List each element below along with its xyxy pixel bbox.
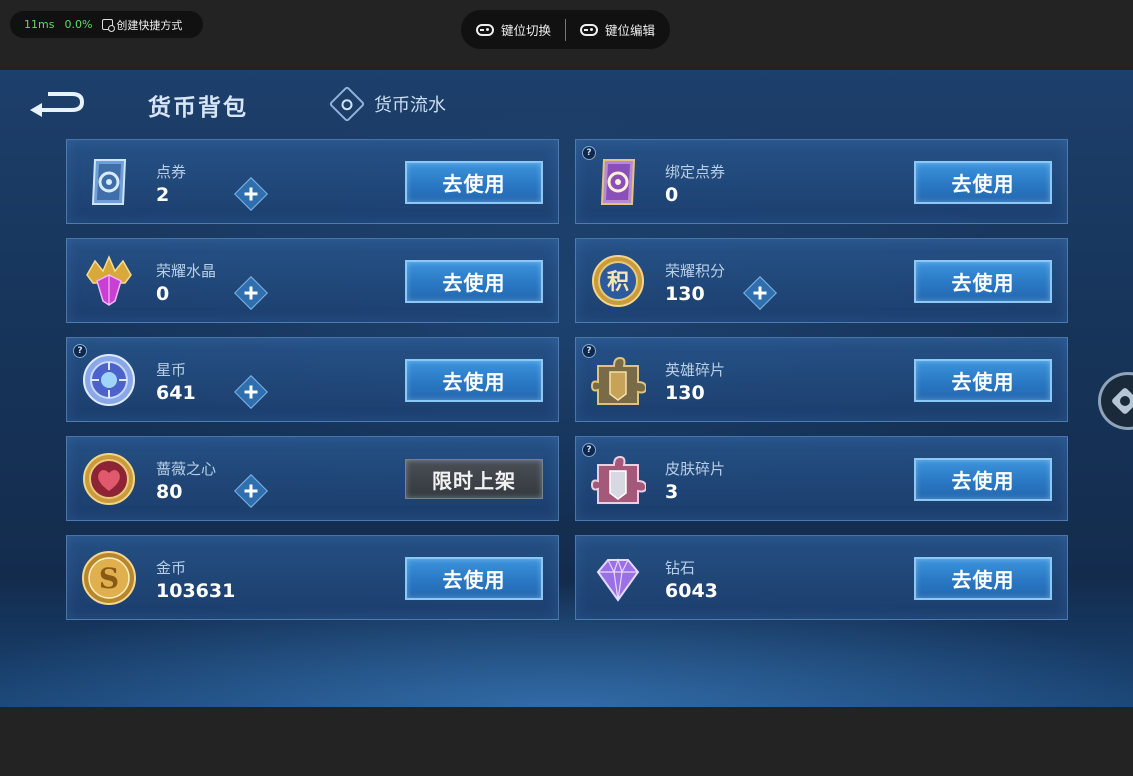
overlay-toolbar: 11ms 0.0% 创建快捷方式 键位切换 键位编辑 <box>0 0 1133 70</box>
add-icon[interactable] <box>234 375 268 409</box>
svg-text:积: 积 <box>607 270 629 295</box>
add-icon[interactable] <box>234 276 268 310</box>
currency-name: 绑定点券 <box>665 163 726 181</box>
currency-amount: 3 <box>665 481 679 503</box>
create-shortcut-label: 创建快捷方式 <box>116 18 183 32</box>
packet-loss-text: 0.0% <box>64 18 93 31</box>
svg-text:S: S <box>99 562 119 595</box>
currency-card: ? 英雄碎片 130 去使用 <box>575 337 1068 422</box>
currency-card: ? 星币 641 去使用 <box>66 337 559 422</box>
currency-amount: 80 <box>156 481 183 503</box>
currency-card: ? 皮肤碎片 3 去使用 <box>575 436 1068 521</box>
use-button[interactable]: 去使用 <box>914 557 1052 600</box>
skin-fragment-icon <box>590 451 648 507</box>
currency-amount: 6043 <box>665 580 718 602</box>
currency-amount: 103631 <box>156 580 236 602</box>
hero-fragment-icon <box>590 352 648 408</box>
currency-name: 英雄碎片 <box>665 361 726 379</box>
currency-flow-tab[interactable]: 货币流水 <box>328 85 446 123</box>
back-arrow-icon[interactable] <box>28 90 86 118</box>
add-icon[interactable] <box>234 474 268 508</box>
currency-name: 星币 <box>156 361 187 379</box>
flow-icon <box>328 85 366 123</box>
gold-coin-icon: S <box>81 550 137 606</box>
currency-amount: 641 <box>156 382 196 404</box>
glory-points-icon: 积 <box>590 253 646 309</box>
currency-card: S 金币 103631 去使用 <box>66 535 559 620</box>
key-switch-label: 键位切换 <box>500 23 551 38</box>
currency-card: ? 绑定点券 0 去使用 <box>575 139 1068 224</box>
currency-name: 点券 <box>156 163 187 181</box>
currency-flow-label: 货币流水 <box>374 95 446 116</box>
bound-ticket-icon <box>590 154 646 210</box>
currency-card: 点券 2 去使用 <box>66 139 559 224</box>
key-edit-button[interactable]: 键位编辑 <box>566 20 669 39</box>
use-button[interactable]: 去使用 <box>914 359 1052 402</box>
currency-card: 蔷薇之心 80 限时上架 <box>66 436 559 521</box>
currency-name: 蔷薇之心 <box>156 460 217 478</box>
use-button[interactable]: 去使用 <box>914 260 1052 303</box>
ticket-icon <box>81 154 137 210</box>
currency-card: 钻石 6043 去使用 <box>575 535 1068 620</box>
key-edit-label: 键位编辑 <box>605 23 656 38</box>
currency-amount: 0 <box>156 283 170 305</box>
currency-name: 金币 <box>156 559 187 577</box>
limited-time-button[interactable]: 限时上架 <box>405 459 543 499</box>
use-button[interactable]: 去使用 <box>914 161 1052 204</box>
letterbox-bottom <box>0 707 1133 776</box>
use-button[interactable]: 去使用 <box>405 161 543 204</box>
use-button[interactable]: 去使用 <box>405 260 543 303</box>
currency-amount: 0 <box>665 184 679 206</box>
latency-text: 11ms <box>24 18 55 31</box>
use-button[interactable]: 去使用 <box>405 359 543 402</box>
rose-heart-icon <box>81 451 137 507</box>
use-button[interactable]: 去使用 <box>914 458 1052 501</box>
network-stats-pill: 11ms 0.0% 创建快捷方式 <box>10 11 203 38</box>
currency-name: 荣耀水晶 <box>156 262 217 280</box>
key-switch-button[interactable]: 键位切换 <box>462 20 565 39</box>
add-icon[interactable] <box>743 276 777 310</box>
gamepad-icon <box>475 23 494 36</box>
glory-crystal-icon <box>81 253 137 309</box>
page-title: 货币背包 <box>148 95 248 121</box>
currency-name: 荣耀积分 <box>665 262 726 280</box>
currency-card: 积 荣耀积分 130 去使用 <box>575 238 1068 323</box>
star-coin-icon <box>81 352 137 408</box>
currency-amount: 2 <box>156 184 170 206</box>
currency-card: 荣耀水晶 0 去使用 <box>66 238 559 323</box>
diamond-icon <box>590 550 646 606</box>
currency-name: 皮肤碎片 <box>665 460 726 478</box>
shortcut-icon <box>102 19 116 32</box>
currency-name: 钻石 <box>665 559 696 577</box>
add-icon[interactable] <box>234 177 268 211</box>
create-shortcut-button[interactable]: 创建快捷方式 <box>102 17 182 33</box>
keymap-controls: 键位切换 键位编辑 <box>461 10 670 49</box>
currency-amount: 130 <box>665 283 705 305</box>
use-button[interactable]: 去使用 <box>405 557 543 600</box>
currency-amount: 130 <box>665 382 705 404</box>
gamepad-icon <box>580 23 598 36</box>
